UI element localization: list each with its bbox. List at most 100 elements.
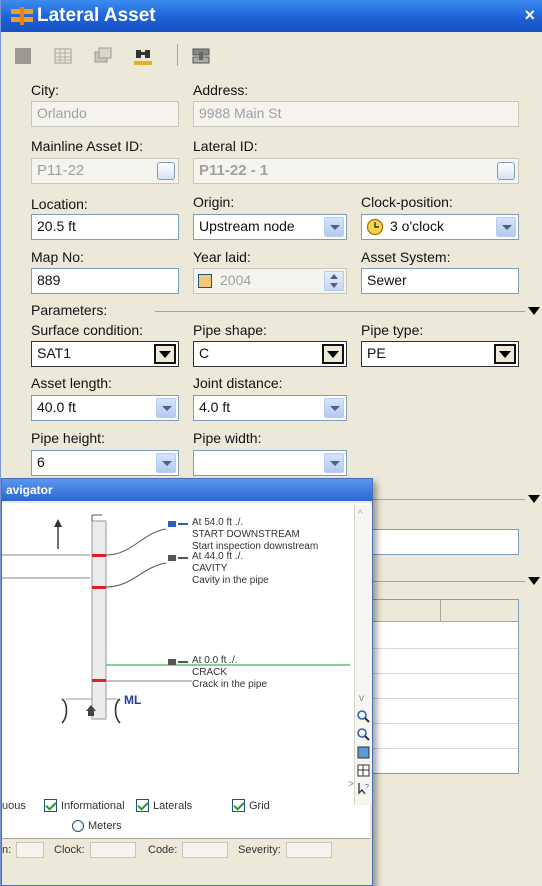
binoculars-icon[interactable] [133,46,153,66]
collapse-arrow-icon[interactable] [528,307,540,315]
grid-view-icon[interactable] [356,763,371,778]
location-value: 20.5 ft [37,218,76,234]
chevron-down-icon[interactable] [156,453,176,473]
mainline-label: ML [124,693,142,707]
meters-label: Meters [88,820,122,832]
asset-system-value: Sewer [367,272,407,288]
year-laid-field[interactable]: 2004 [193,268,347,294]
city-value: Orlando [37,105,87,121]
pipe-type-select[interactable]: PE [361,341,519,367]
clock-position-select[interactable]: 3 o'clock [361,214,519,240]
chevron-down-icon[interactable] [156,398,176,418]
scroll-up-icon[interactable]: ^ [358,509,363,520]
origin-label: Origin: [193,194,235,210]
layers-icon[interactable] [93,46,113,66]
surface-condition-select[interactable]: SAT1 [31,341,179,367]
pipe-icon[interactable] [191,46,211,66]
table-row[interactable] [370,648,518,649]
asset-length-value: 40.0 ft [37,399,76,415]
event-position: At 44.0 ft ./. [192,551,244,562]
help-pointer-icon[interactable]: ? [356,781,371,796]
year-laid-value: 2004 [220,272,252,288]
origin-select[interactable]: Upstream node [193,214,347,240]
collapse-arrow-icon[interactable] [528,495,540,503]
pipe-type-label: Pipe type: [361,322,424,338]
clock-position-label: Clock-position: [361,194,453,210]
laterals-label: Laterals [153,800,193,812]
table-row[interactable] [370,698,518,699]
scroll-down-icon[interactable]: v [359,693,364,704]
code-field[interactable] [182,842,228,858]
grid-icon[interactable] [53,46,73,66]
column-divider [440,600,441,622]
mainline-id-field[interactable]: P11-22 [31,158,179,184]
collapse-arrow-icon[interactable] [528,577,540,585]
chevron-down-icon[interactable] [324,453,344,473]
lateral-id-browse-button[interactable] [497,162,515,180]
address-value: 9988 Main St [199,105,282,121]
zoom-in-icon[interactable] [356,709,371,724]
partially-hidden-field[interactable] [369,529,519,555]
dropdown-arrow-icon[interactable] [322,344,344,364]
events-table[interactable] [369,599,519,774]
mainline-id-label: Mainline Asset ID: [31,138,144,154]
location-field[interactable]: 20.5 ft [31,214,179,240]
asset-system-field[interactable]: Sewer [361,268,519,294]
chevron-down-icon[interactable] [324,217,344,237]
dropdown-arrow-icon[interactable] [154,344,176,364]
section-divider [373,581,525,582]
pipe-shape-value: C [199,345,210,361]
event-position: At 0.0 ft ./. [192,655,238,666]
lateral-id-field[interactable]: P11-22 - 1 [193,158,519,184]
toolbar [1,32,542,76]
zoom-out-icon[interactable] [356,727,371,742]
navigator-title: avigator [6,483,53,497]
close-icon[interactable]: × [524,5,535,26]
table-row[interactable] [370,748,518,749]
spinner-icon[interactable] [324,271,344,291]
pipe-width-select[interactable] [193,450,347,476]
severity-field[interactable] [286,842,332,858]
joint-distance-select[interactable]: 4.0 ft [193,395,347,421]
footer-field[interactable] [16,842,44,858]
city-field[interactable]: Orlando [31,101,179,127]
mainline-id-browse-button[interactable] [157,162,175,180]
location-label: Location: [31,196,88,212]
severity-label: Severity: [238,844,281,856]
pipe-type-value: PE [367,345,386,361]
event-position: At 54.0 ft ./. [192,517,244,528]
year-laid-label: Year laid: [193,249,251,265]
grid-checkbox[interactable] [232,799,245,812]
event-description: Cavity in the pipe [192,575,269,586]
pipe-height-select[interactable]: 6 [31,450,179,476]
map-no-field[interactable]: 889 [31,268,179,294]
navigator-canvas[interactable]: At 54.0 ft ./. START DOWNSTREAM Start in… [2,503,370,839]
meters-radio[interactable] [72,820,84,832]
pipe-shape-select[interactable]: C [193,341,347,367]
lateral-asset-window: Lateral Asset × City: Orlando Address: 9… [0,0,542,886]
clock-field[interactable] [90,842,136,858]
clock-position-value: 3 o'clock [390,218,445,234]
asset-system-label: Asset System: [361,249,451,265]
stop-icon[interactable] [13,46,33,66]
scroll-right-icon[interactable]: > [348,779,354,790]
table-row[interactable] [370,723,518,724]
map-no-value: 889 [37,272,61,288]
dropdown-arrow-icon[interactable] [494,344,516,364]
chevron-down-icon[interactable] [324,398,344,418]
event-description: Crack in the pipe [192,679,268,690]
laterals-checkbox[interactable] [136,799,149,812]
informational-checkbox[interactable] [44,799,57,812]
address-field[interactable]: 9988 Main St [193,101,519,127]
asset-length-select[interactable]: 40.0 ft [31,395,179,421]
navigator-scrollbar[interactable]: ^ v ? [354,505,372,805]
title-bar[interactable]: Lateral Asset × [1,0,542,32]
year-laid-checkbox[interactable] [198,274,212,288]
chevron-down-icon[interactable] [496,217,516,237]
fit-view-icon[interactable] [356,745,371,760]
lateral-id-label: Lateral ID: [193,138,258,154]
table-row[interactable] [370,673,518,674]
surface-condition-label: Surface condition: [31,322,144,338]
lateral-asset-icon [11,7,33,25]
navigator-title-bar[interactable]: avigator [2,479,372,501]
